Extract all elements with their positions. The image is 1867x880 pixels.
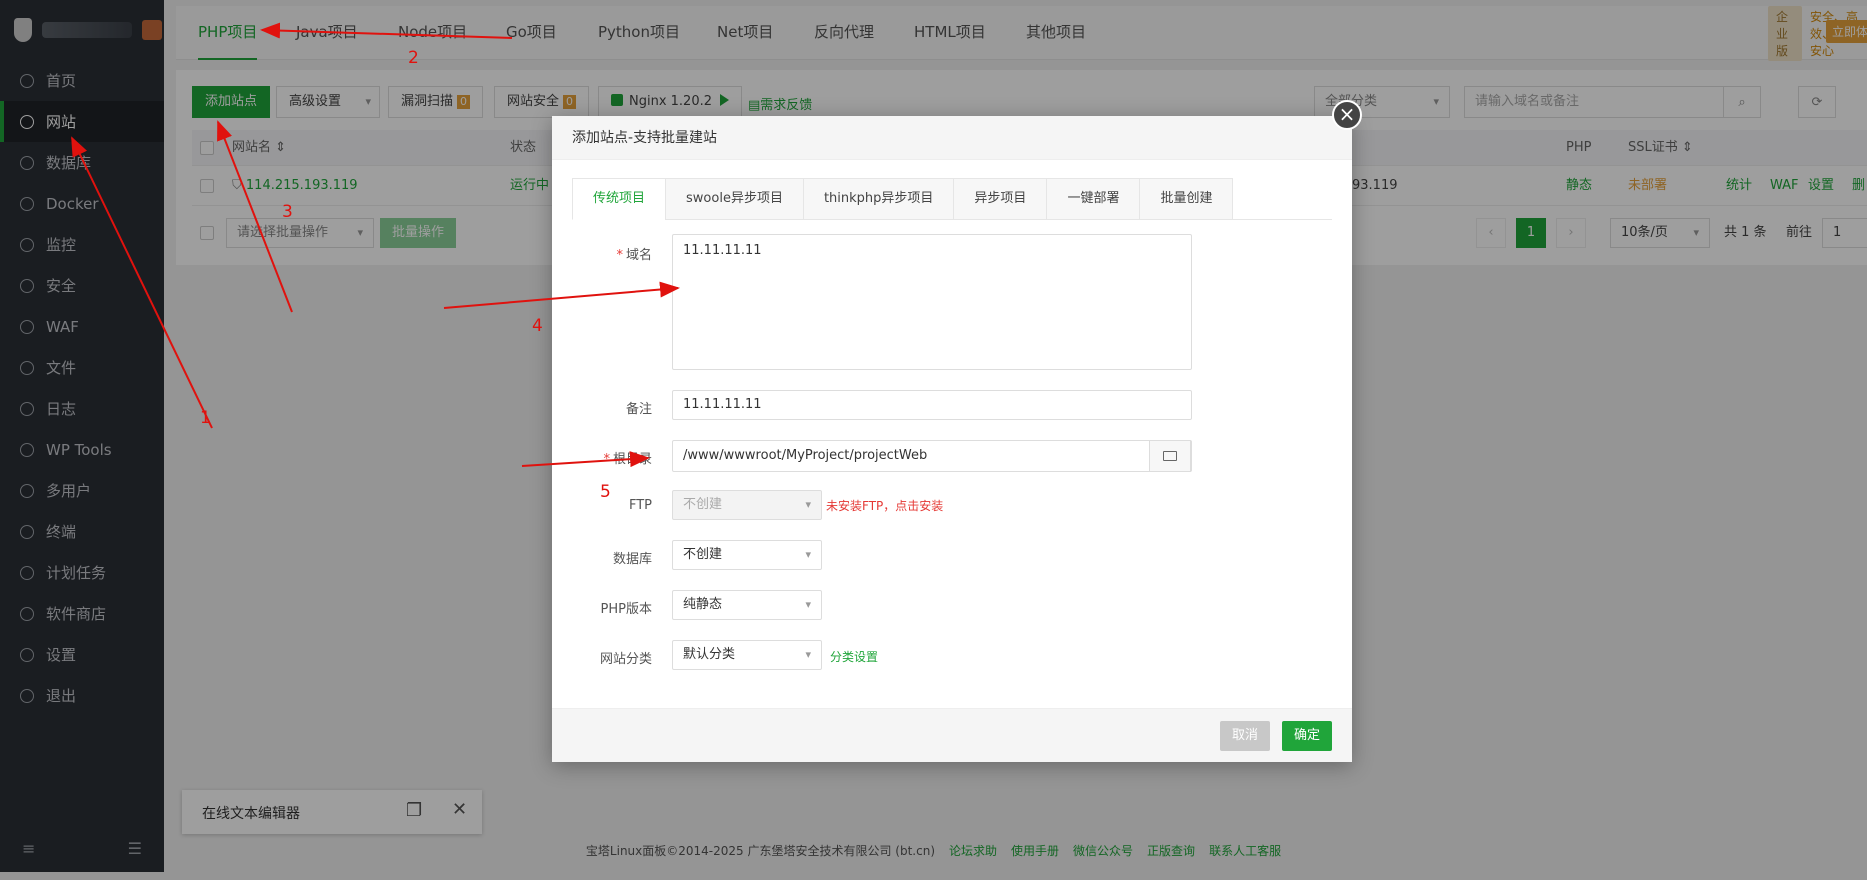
required-mark: * xyxy=(603,452,610,467)
database-select[interactable]: 不创建 ▾ xyxy=(672,540,822,570)
tab-thinkphp[interactable]: thinkphp异步项目 xyxy=(802,178,954,220)
domain-label: * 域名 xyxy=(552,244,652,263)
domain-label-text: 域名 xyxy=(625,248,652,263)
category-settings-link[interactable]: 分类设置 xyxy=(830,648,878,665)
tab-traditional[interactable]: 传统项目 xyxy=(572,178,666,220)
folder-picker-button[interactable] xyxy=(1149,440,1191,472)
site-category-select[interactable]: 默认分类 ▾ xyxy=(672,640,822,670)
remark-input[interactable]: 11.11.11.11 xyxy=(672,390,1192,420)
folder-icon xyxy=(1163,451,1177,461)
annotation-label-3: 3 xyxy=(282,202,293,222)
annotation-label-1: 1 xyxy=(200,408,211,428)
annotation-label-5: 5 xyxy=(600,482,611,502)
add-site-dialog: 添加站点-支持批量建站 × 传统项目 swoole异步项目 thinkphp异步… xyxy=(552,100,1362,762)
root-dir-input[interactable]: /www/wwwroot/MyProject/projectWeb xyxy=(672,440,1192,472)
remark-label: 备注 xyxy=(625,402,652,417)
tab-batch-create[interactable]: 批量创建 xyxy=(1139,178,1234,220)
php-version-value: 纯静态 xyxy=(683,597,723,612)
php-version-label: PHP版本 xyxy=(600,602,652,617)
php-version-select[interactable]: 纯静态 ▾ xyxy=(672,590,822,620)
database-label: 数据库 xyxy=(612,552,652,567)
tab-async[interactable]: 异步项目 xyxy=(953,178,1047,220)
annotation-label-4: 4 xyxy=(532,316,543,336)
chevron-down-icon: ▾ xyxy=(805,548,811,561)
chevron-down-icon: ▾ xyxy=(805,648,811,661)
database-select-value: 不创建 xyxy=(683,547,723,562)
confirm-button[interactable]: 确定 xyxy=(1282,721,1333,751)
site-category-value: 默认分类 xyxy=(683,647,736,662)
ftp-select[interactable]: 不创建 ▾ xyxy=(672,490,822,520)
close-icon[interactable]: × xyxy=(1332,100,1362,130)
root-dir-value: /www/wwwroot/MyProject/projectWeb xyxy=(683,448,928,463)
domain-textarea[interactable]: 11.11.11.11 xyxy=(672,234,1192,370)
chevron-down-icon: ▾ xyxy=(805,498,811,511)
dialog-tabs: 传统项目 swoole异步项目 thinkphp异步项目 异步项目 一键部署 批… xyxy=(572,178,1332,220)
tab-one-click[interactable]: 一键部署 xyxy=(1046,178,1140,220)
dialog-footer: 取消 确定 xyxy=(552,708,1352,762)
ftp-select-value: 不创建 xyxy=(683,497,723,512)
ftp-install-link[interactable]: 未安装FTP，点击安装 xyxy=(826,497,943,514)
required-mark: * xyxy=(616,248,623,263)
tab-swoole[interactable]: swoole异步项目 xyxy=(665,178,803,220)
root-label: * 根目录 xyxy=(552,448,652,467)
annotation-label-2: 2 xyxy=(408,48,419,68)
chevron-down-icon: ▾ xyxy=(805,598,811,611)
site-category-label: 网站分类 xyxy=(599,652,652,667)
cancel-button[interactable]: 取消 xyxy=(1220,721,1271,751)
dialog-title: 添加站点-支持批量建站 xyxy=(552,116,1352,160)
root-label-text: 根目录 xyxy=(612,452,652,467)
